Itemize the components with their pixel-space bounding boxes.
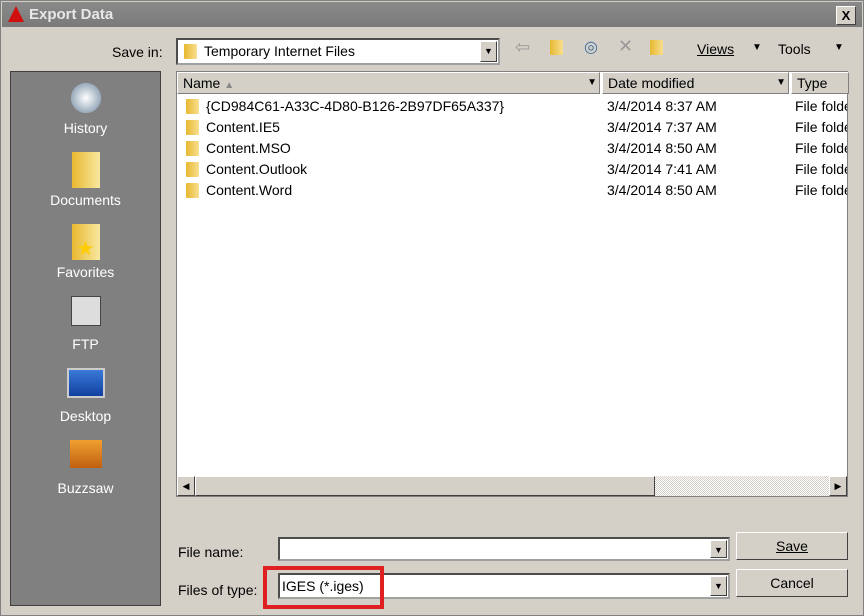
place-history[interactable]: History bbox=[11, 80, 160, 136]
chevron-down-icon[interactable]: ▼ bbox=[710, 576, 727, 596]
history-icon bbox=[68, 80, 103, 116]
file-date: 3/4/2014 7:41 AM bbox=[607, 161, 717, 177]
file-list[interactable]: Name ▲ ▼ Date modified ▼ Type {CD984C61-A3… bbox=[176, 71, 849, 497]
file-type: File folder bbox=[795, 140, 847, 156]
autocad-app-icon bbox=[8, 6, 24, 22]
save-button[interactable]: Save bbox=[736, 532, 848, 560]
new-folder-icon[interactable] bbox=[650, 40, 663, 55]
file-type: File folder bbox=[795, 98, 847, 114]
file-type: File folder bbox=[795, 119, 847, 135]
chevron-down-icon[interactable]: ▼ bbox=[710, 540, 727, 558]
file-row[interactable]: Content.IE5 3/4/2014 7:37 AM File folder bbox=[177, 117, 847, 138]
file-name: {CD984C61-A33C-4D80-B126-2B97DF65A337} bbox=[206, 98, 505, 114]
file-date: 3/4/2014 8:50 AM bbox=[607, 182, 717, 198]
file-name: Content.IE5 bbox=[206, 119, 280, 135]
file-name: Content.Outlook bbox=[206, 161, 308, 177]
date-filter-icon[interactable]: ▼ bbox=[776, 73, 786, 93]
desktop-icon bbox=[66, 368, 105, 398]
horizontal-scrollbar[interactable]: ◀ ▶ bbox=[177, 476, 847, 496]
title-bar: Export Data X bbox=[2, 2, 862, 27]
file-name: Content.MSO bbox=[206, 140, 291, 156]
highlight-box bbox=[263, 566, 384, 609]
folder-icon bbox=[186, 141, 199, 156]
close-button[interactable]: X bbox=[836, 6, 856, 25]
scroll-right-button[interactable]: ▶ bbox=[829, 476, 847, 496]
file-row[interactable]: Content.MSO 3/4/2014 8:50 AM File folder bbox=[177, 138, 847, 159]
ftp-icon bbox=[70, 296, 101, 326]
column-header-type[interactable]: Type bbox=[791, 72, 849, 94]
file-type: File folder bbox=[795, 161, 847, 177]
scrollbar-thumb[interactable] bbox=[195, 476, 655, 496]
column-header-name[interactable]: Name ▲ ▼ bbox=[177, 72, 600, 94]
file-date: 3/4/2014 8:50 AM bbox=[607, 140, 717, 156]
views-menu[interactable]: Views bbox=[697, 41, 734, 57]
place-favorites[interactable]: ★ Favorites bbox=[11, 224, 160, 280]
place-ftp[interactable]: FTP bbox=[11, 296, 160, 352]
folder-icon bbox=[184, 44, 197, 59]
tools-chevron-icon[interactable]: ▼ bbox=[834, 42, 844, 53]
window-title: Export Data bbox=[29, 6, 114, 23]
place-buzzsaw[interactable]: Buzzsaw bbox=[11, 440, 160, 496]
folder-icon bbox=[186, 183, 199, 198]
favorites-icon: ★ bbox=[71, 224, 100, 260]
back-icon[interactable]: ⇦ bbox=[515, 37, 530, 58]
sort-ascending-icon: ▲ bbox=[224, 80, 235, 91]
file-row[interactable]: Content.Word 3/4/2014 8:50 AM File folde… bbox=[177, 180, 847, 201]
folder-icon bbox=[186, 162, 199, 177]
cancel-button[interactable]: Cancel bbox=[736, 569, 848, 597]
column-header-date[interactable]: Date modified ▼ bbox=[602, 72, 789, 94]
chevron-down-icon[interactable]: ▼ bbox=[480, 41, 497, 62]
file-name-label: File name: bbox=[178, 544, 244, 560]
file-date: 3/4/2014 7:37 AM bbox=[607, 119, 717, 135]
documents-icon bbox=[71, 152, 100, 188]
search-web-icon[interactable]: ◎ bbox=[584, 37, 598, 57]
up-folder-icon[interactable] bbox=[550, 40, 563, 55]
save-in-label: Save in: bbox=[112, 44, 163, 60]
file-type: File folder bbox=[795, 182, 847, 198]
folder-icon bbox=[186, 99, 199, 114]
views-chevron-icon[interactable]: ▼ bbox=[752, 42, 762, 53]
folder-icon bbox=[186, 120, 199, 135]
buzzsaw-icon bbox=[69, 440, 102, 468]
tools-menu[interactable]: Tools bbox=[778, 41, 811, 57]
file-row[interactable]: Content.Outlook 3/4/2014 7:41 AM File fo… bbox=[177, 159, 847, 180]
delete-icon[interactable]: ✕ bbox=[618, 36, 633, 57]
file-date: 3/4/2014 8:37 AM bbox=[607, 98, 717, 114]
file-row[interactable]: {CD984C61-A33C-4D80-B126-2B97DF65A337} 3… bbox=[177, 96, 847, 117]
scroll-left-button[interactable]: ◀ bbox=[177, 476, 195, 496]
save-in-value: Temporary Internet Files bbox=[204, 43, 355, 59]
file-type-label: Files of type: bbox=[178, 582, 258, 598]
places-bar: History Documents ★ Favorites FTP Desktop… bbox=[10, 71, 161, 606]
file-name-input[interactable]: ▼ bbox=[278, 537, 730, 561]
name-filter-icon[interactable]: ▼ bbox=[587, 73, 597, 93]
place-desktop[interactable]: Desktop bbox=[11, 368, 160, 424]
save-in-dropdown[interactable]: Temporary Internet Files ▼ bbox=[176, 38, 500, 65]
place-documents[interactable]: Documents bbox=[11, 152, 160, 208]
file-name: Content.Word bbox=[206, 182, 293, 198]
